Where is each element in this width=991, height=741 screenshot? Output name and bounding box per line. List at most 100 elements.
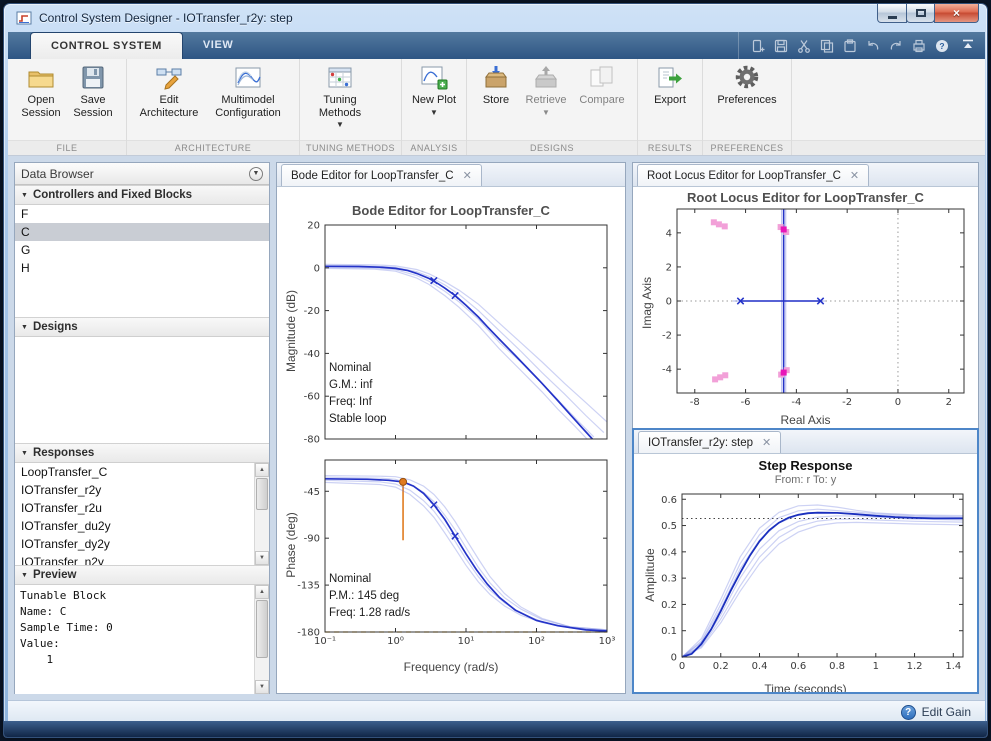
- export-icon: [658, 67, 682, 88]
- svg-text:1: 1: [873, 661, 879, 672]
- tab-control-system[interactable]: CONTROL SYSTEM: [30, 32, 183, 59]
- titlebar[interactable]: Control System Designer - IOTransfer_r2y…: [4, 4, 987, 32]
- edit-architecture-button[interactable]: Edit Architecture: [136, 64, 202, 119]
- scroll-down-icon[interactable]: ▼: [255, 680, 269, 694]
- help-icon[interactable]: ?: [935, 39, 949, 53]
- section-preview[interactable]: ▼ Preview: [15, 565, 269, 585]
- svg-text:0.4: 0.4: [752, 661, 768, 672]
- window-title: Control System Designer - IOTransfer_r2y…: [39, 11, 293, 25]
- root-locus-plot[interactable]: -8 -6 -4 -2 0 2 -4 -2 0 2 4: [637, 207, 976, 419]
- list-item[interactable]: IOTransfer_n2y: [15, 553, 269, 565]
- store-button[interactable]: Store: [476, 64, 516, 107]
- edit-gain-label[interactable]: Edit Gain: [922, 705, 971, 719]
- compare-button[interactable]: Compare: [576, 64, 628, 107]
- step-response-plot[interactable]: 0 0.2 0.4 0.6 0.8 1 1.2 1.4 0 0.1 0.2 0.3 0.4 0.5 0.6: [638, 490, 973, 677]
- retrieve-icon: [535, 66, 557, 88]
- scrollbar[interactable]: ▲ ▼: [254, 463, 269, 565]
- close-icon[interactable]: ✕: [463, 169, 472, 182]
- ribbon-section-tuning-methods: Tuning Methods ▼ TUNING METHODS: [300, 59, 402, 155]
- open-session-button[interactable]: Open Session: [17, 64, 65, 119]
- close-button[interactable]: ×: [934, 4, 979, 23]
- print-icon[interactable]: [912, 39, 926, 53]
- list-item[interactable]: IOTransfer_r2y: [15, 481, 269, 499]
- svg-text:0: 0: [679, 661, 685, 672]
- step-response-title: Step Response: [758, 458, 853, 473]
- export-button[interactable]: Export: [647, 64, 693, 107]
- scrollbar[interactable]: ▲ ▼: [254, 585, 269, 694]
- scroll-up-icon[interactable]: ▲: [255, 585, 269, 599]
- svg-text:?: ?: [939, 41, 944, 51]
- list-item[interactable]: H: [15, 259, 269, 277]
- copy-icon[interactable]: [820, 39, 834, 53]
- tab-step-response[interactable]: IOTransfer_r2y: step ✕: [638, 431, 782, 453]
- undo-icon[interactable]: [866, 39, 880, 53]
- retrieve-button[interactable]: Retrieve ▼: [520, 64, 572, 117]
- multimodel-configuration-button[interactable]: Multimodel Configuration: [206, 64, 290, 119]
- redo-icon[interactable]: [889, 39, 903, 53]
- paste-icon[interactable]: [843, 38, 857, 53]
- button-label: Retrieve: [525, 94, 567, 106]
- list-item-selected[interactable]: C: [15, 223, 269, 241]
- list-item[interactable]: IOTransfer_r2u: [15, 499, 269, 517]
- svg-text:-6: -6: [741, 397, 751, 408]
- section-controllers[interactable]: ▼ Controllers and Fixed Blocks: [15, 185, 269, 205]
- imag-axis-label: Imag Axis: [640, 276, 654, 330]
- svg-text:4: 4: [666, 228, 672, 239]
- svg-text:0: 0: [895, 397, 901, 408]
- list-item[interactable]: G: [15, 241, 269, 259]
- list-item[interactable]: F: [15, 205, 269, 223]
- section-label-file: FILE: [8, 140, 126, 155]
- list-item[interactable]: LoopTransfer_C: [15, 463, 269, 481]
- svg-text:-20: -20: [304, 306, 320, 317]
- designs-list: [15, 337, 269, 443]
- button-label: Preferences: [717, 94, 777, 106]
- amplitude-axis-label: Amplitude: [643, 548, 657, 602]
- svg-text:0.2: 0.2: [713, 661, 729, 672]
- scroll-down-icon[interactable]: ▼: [255, 551, 269, 565]
- close-icon[interactable]: ✕: [762, 436, 771, 449]
- maximize-button[interactable]: [906, 4, 935, 23]
- scroll-up-icon[interactable]: ▲: [255, 463, 269, 477]
- svg-text:-2: -2: [842, 397, 852, 408]
- svg-text:1.4: 1.4: [945, 661, 961, 672]
- preferences-button[interactable]: Preferences: [712, 64, 782, 107]
- bode-phase-plot[interactable]: 10⁻¹ 10⁰ 10¹ 10² 10³-45-90-135-180: [283, 456, 621, 654]
- cut-icon[interactable]: [797, 39, 811, 53]
- section-designs[interactable]: ▼ Designs: [15, 317, 269, 337]
- step-tabstrip: IOTransfer_r2y: step ✕: [634, 430, 977, 454]
- compare-icon: [590, 66, 613, 87]
- svg-text:0: 0: [666, 297, 672, 308]
- quick-access-toolbar: ?: [738, 32, 949, 59]
- button-label: Edit Architecture: [139, 94, 199, 119]
- tab-view[interactable]: VIEW: [183, 32, 254, 59]
- svg-text:0: 0: [314, 263, 320, 274]
- list-item[interactable]: IOTransfer_du2y: [15, 517, 269, 535]
- scrollbar-thumb[interactable]: [256, 600, 268, 658]
- window-bottom-frame: [4, 721, 987, 737]
- tuning-methods-button[interactable]: Tuning Methods ▼: [309, 64, 371, 129]
- dropdown-caret-icon: ▼: [336, 120, 344, 130]
- section-responses[interactable]: ▼ Responses: [15, 443, 269, 463]
- root-locus-tabstrip: Root Locus Editor for LoopTransfer_C ✕: [633, 163, 978, 187]
- scrollbar-thumb[interactable]: [256, 478, 268, 510]
- new-document-icon[interactable]: [751, 39, 765, 53]
- store-icon: [485, 66, 507, 88]
- list-item[interactable]: IOTransfer_dy2y: [15, 535, 269, 553]
- save-icon[interactable]: [774, 39, 788, 53]
- close-icon[interactable]: ✕: [850, 169, 859, 182]
- minimize-button[interactable]: [877, 4, 907, 23]
- dropdown-caret-icon: ▼: [430, 107, 438, 117]
- save-session-icon: [82, 66, 104, 89]
- new-plot-button[interactable]: New Plot ▼: [411, 64, 457, 117]
- edit-gain-help-icon[interactable]: ?: [900, 704, 916, 720]
- status-bar: ? Edit Gain: [8, 700, 985, 723]
- save-session-button[interactable]: Save Session: [69, 64, 117, 119]
- tab-bode-editor[interactable]: Bode Editor for LoopTransfer_C ✕: [281, 164, 482, 186]
- preferences-gear-icon: [735, 65, 759, 89]
- collapse-toolstrip-icon[interactable]: [961, 38, 975, 52]
- chevron-circle-icon[interactable]: ▼: [249, 166, 263, 181]
- tab-root-locus-editor[interactable]: Root Locus Editor for LoopTransfer_C ✕: [637, 164, 870, 186]
- svg-text:10²: 10²: [528, 636, 545, 647]
- data-browser-panel: Data Browser ▼ ▼ Controllers and Fixed B…: [14, 162, 270, 694]
- ribbon-section-designs: Store Retrieve ▼ Compare DESIGNS: [467, 59, 638, 155]
